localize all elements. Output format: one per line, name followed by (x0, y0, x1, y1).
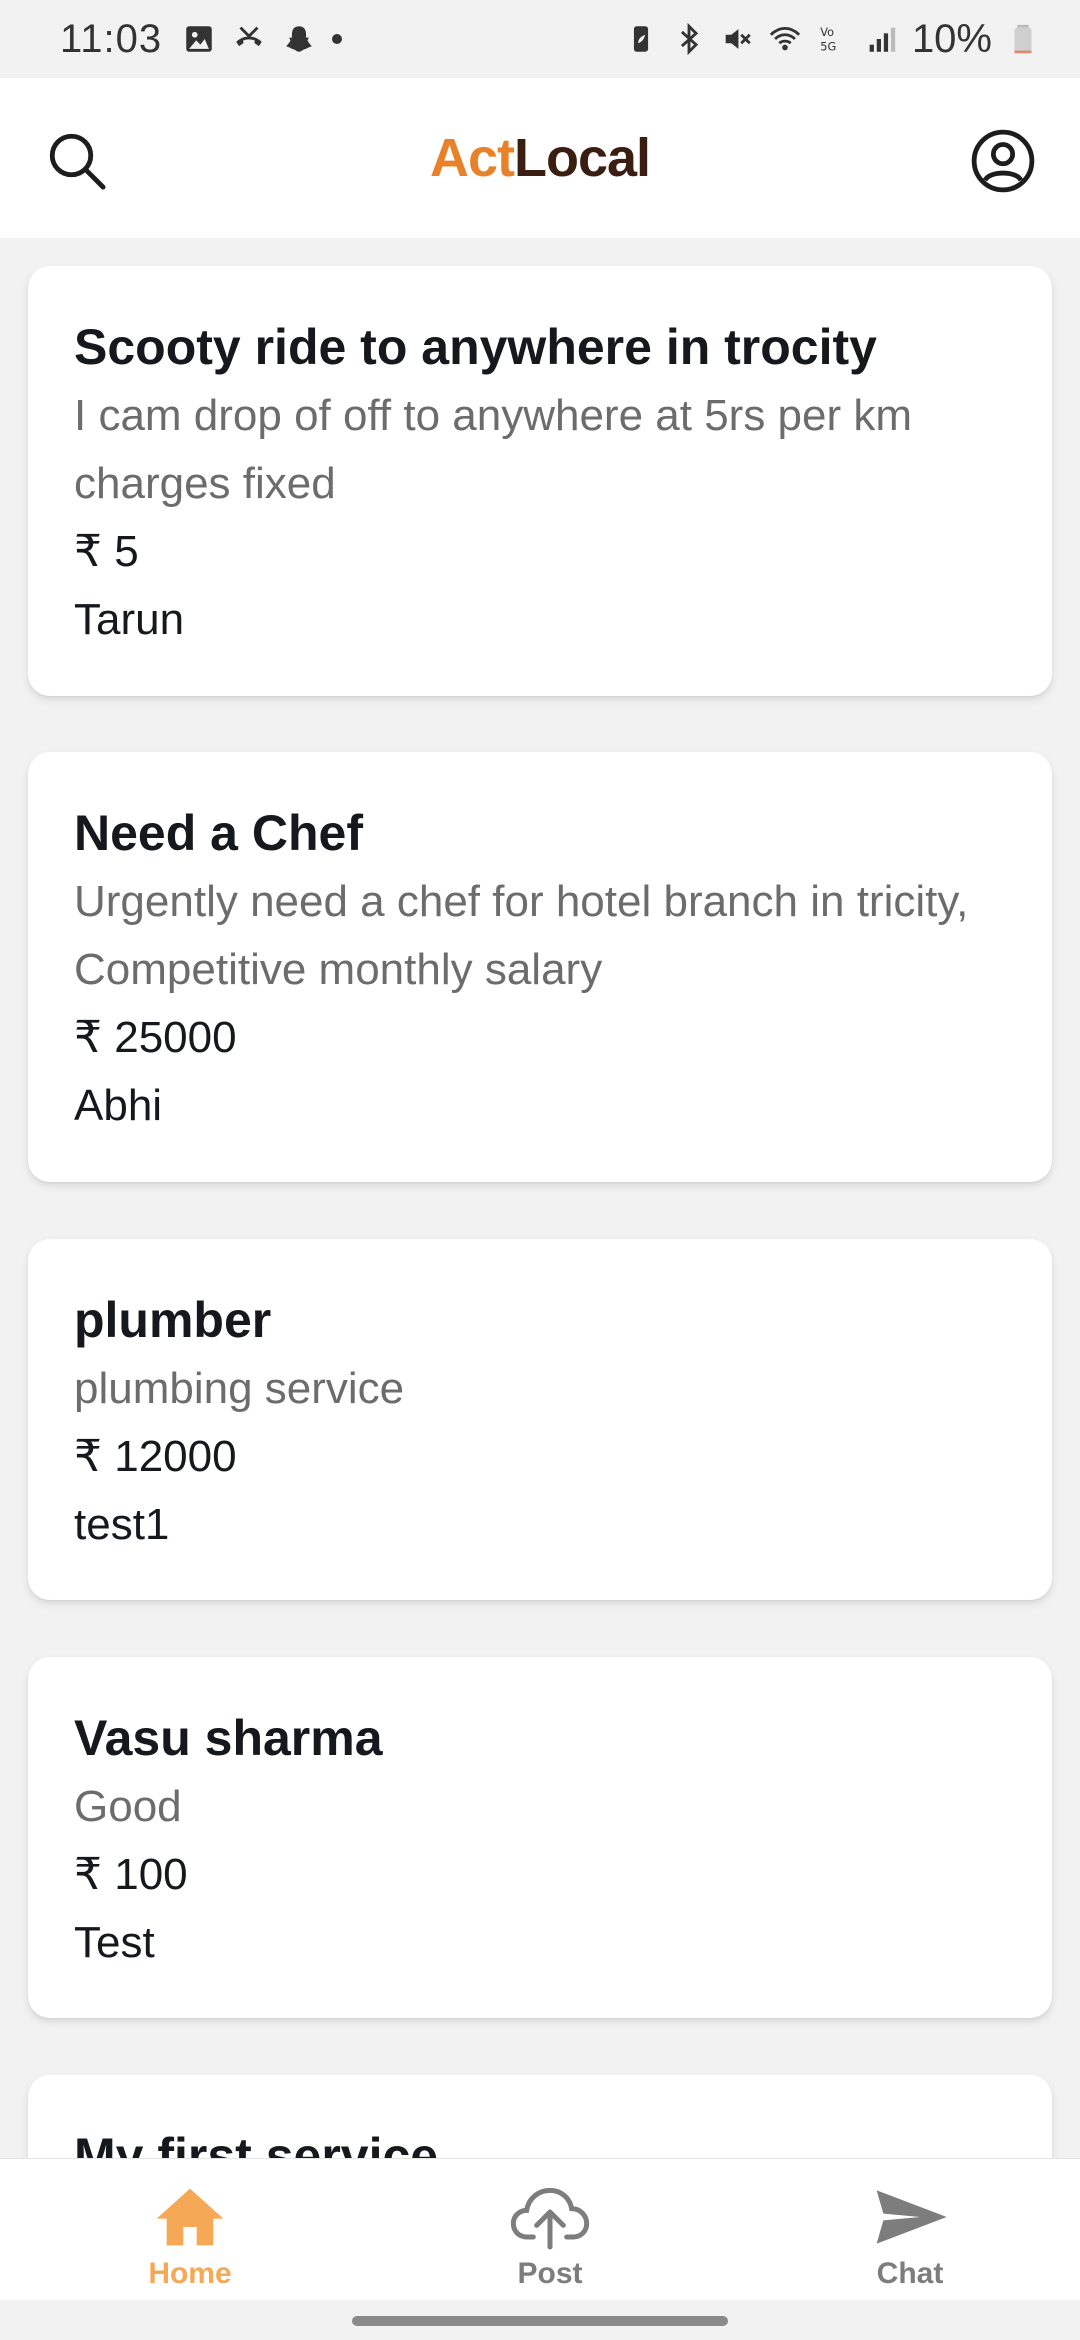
upload-cloud-icon (510, 2187, 590, 2250)
listing-card[interactable]: Vasu sharma Good ₹ 100 Test (28, 1657, 1052, 2018)
volte-5g-icon: Vo 5G (820, 25, 836, 53)
listing-description: Urgently need a chef for hotel branch in… (74, 877, 969, 994)
listing-title: Scooty ride to anywhere in trocity (74, 319, 877, 375)
listing-description: I cam drop of off to anywhere at 5rs per… (74, 391, 913, 508)
wifi-icon (769, 26, 801, 51)
svg-text:5G: 5G (820, 39, 836, 53)
listing-price: ₹ 5 (74, 527, 139, 576)
nav-home-label: Home (148, 2257, 232, 2290)
listing-author: test1 (74, 1500, 170, 1549)
nav-post[interactable]: Post (490, 2159, 610, 2300)
app-header: ActLocal (0, 78, 1080, 238)
nav-chat[interactable]: Chat (850, 2159, 970, 2300)
listing-title: Need a Chef (74, 805, 363, 861)
brand-act: Act (429, 128, 515, 188)
brand-logo: ActLocal (429, 127, 651, 189)
listing-card[interactable]: Need a Chef Urgently need a chef for hot… (28, 752, 1052, 1182)
status-system-icons: Vo 5G 10% (624, 17, 1040, 62)
battery-icon (1014, 24, 1032, 54)
brand-local: Local (513, 128, 651, 188)
nav-chat-label: Chat (876, 2257, 944, 2290)
gallery-icon (186, 26, 212, 52)
svg-text:Vo: Vo (820, 25, 834, 39)
mute-icon (725, 29, 751, 49)
listing-title: My first service (74, 2128, 439, 2158)
bottom-navigation: Home Post Chat (0, 2158, 1080, 2300)
missed-call-icon (236, 26, 262, 47)
nav-home[interactable]: Home (130, 2159, 250, 2300)
listing-title: plumber (74, 1292, 272, 1348)
listing-price: ₹ 100 (74, 1850, 188, 1899)
listings-feed[interactable]: Scooty ride to anywhere in trocity I cam… (0, 238, 1080, 2158)
listing-author: Test (74, 1918, 155, 1967)
listing-price: ₹ 12000 (74, 1432, 237, 1481)
app-screen: 11:03 Vo 5G 10% ActLocal Scooty ride to … (0, 0, 1080, 2340)
listing-card[interactable]: My first service (28, 2075, 1052, 2158)
status-time: 11:03 (60, 16, 163, 61)
status-bar: 11:03 Vo 5G 10% (0, 0, 1080, 78)
listing-author: Abhi (74, 1081, 163, 1130)
listing-author: Tarun (74, 595, 185, 644)
listing-price: ₹ 25000 (74, 1013, 237, 1062)
notification-dot (332, 34, 343, 44)
bluetooth-icon (680, 22, 699, 56)
battery-saver-icon (633, 26, 649, 52)
profile-icon[interactable] (970, 128, 1036, 194)
send-icon (876, 2190, 947, 2244)
nav-post-label: Post (517, 2257, 583, 2290)
search-icon[interactable] (44, 128, 110, 194)
battery-percent: 10% (911, 16, 992, 61)
home-icon (156, 2188, 224, 2246)
listing-card[interactable]: plumber plumbing service ₹ 12000 test1 (28, 1239, 1052, 1600)
signal-icon (869, 27, 896, 52)
listing-card[interactable]: Scooty ride to anywhere in trocity I cam… (28, 266, 1052, 696)
listing-description: plumbing service (74, 1364, 405, 1413)
listing-title: Vasu sharma (74, 1710, 383, 1766)
status-notification-icons (182, 22, 343, 56)
gesture-handle[interactable] (352, 2316, 728, 2326)
snapchat-icon (286, 26, 312, 52)
gesture-area (0, 2300, 1080, 2340)
listing-description: Good (74, 1782, 182, 1831)
